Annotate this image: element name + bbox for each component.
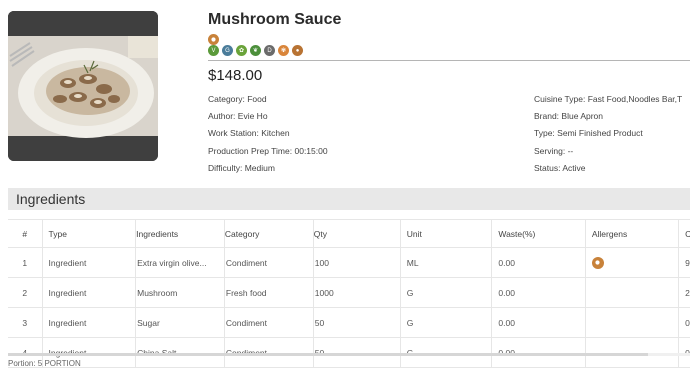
cell-type: Ingredient	[41, 247, 136, 278]
wheat-icon: ✾	[278, 45, 289, 56]
dietary-icons: V G ✿ ❦ D ✾ ●	[208, 45, 303, 56]
cell-cost: 0.8	[678, 307, 690, 338]
column-header-waste[interactable]: Waste(%)	[491, 219, 586, 248]
cell-category: Condiment	[223, 247, 314, 278]
column-header-cost[interactable]: Co	[678, 219, 690, 248]
info-label: Category:	[208, 94, 245, 104]
info-type: Type: Semi Finished Product	[534, 128, 643, 138]
cell-number: 2	[8, 277, 43, 308]
cell-ingredient: Mushroom	[135, 277, 225, 308]
info-status: Status: Active	[534, 163, 586, 173]
ingredients-table: # Type Ingredients Category Qty Unit Was…	[8, 219, 690, 368]
ingredients-section-header: Ingredients	[8, 188, 690, 210]
table-header-row: # Type Ingredients Category Qty Unit Was…	[8, 219, 690, 248]
info-value: --	[567, 146, 574, 156]
info-label: Work Station:	[208, 128, 259, 138]
table-row[interactable]: 2 Ingredient Mushroom Fresh food 1000 G …	[8, 277, 690, 308]
gluten-free-icon: G	[222, 45, 233, 56]
info-label: Author:	[208, 111, 236, 121]
cell-allergens	[584, 277, 679, 308]
info-label: Serving:	[534, 146, 566, 156]
recipe-title: Mushroom Sauce	[208, 11, 342, 28]
info-difficulty: Difficulty: Medium	[208, 163, 275, 173]
info-work-station: Work Station: Kitchen	[208, 128, 290, 138]
cell-unit: ML	[399, 247, 492, 278]
table-row[interactable]: 3 Ingredient Sugar Condiment 50 G 0.00 0…	[8, 307, 690, 338]
info-value: Kitchen	[261, 128, 290, 138]
info-brand: Brand: Blue Apron	[534, 111, 603, 121]
info-value: 00:15:00	[294, 146, 328, 156]
column-header-qty[interactable]: Qty	[312, 219, 401, 248]
info-value: Active	[562, 163, 586, 173]
cell-category: Condiment	[223, 307, 314, 338]
recipe-price: $148.00	[208, 67, 263, 84]
cell-ingredient: Sugar	[135, 307, 225, 338]
cell-allergens	[584, 247, 679, 278]
cell-type: Ingredient	[41, 277, 136, 308]
cell-ingredient: Extra virgin olive...	[135, 247, 225, 278]
column-header-type[interactable]: Type	[41, 219, 136, 248]
allergen-icon	[591, 256, 604, 269]
vegetarian-icon: ✿	[236, 45, 247, 56]
vegan-icon: V	[208, 45, 219, 56]
info-prep-time: Production Prep Time: 00:15:00	[208, 146, 328, 156]
cell-number: 1	[8, 247, 43, 278]
cell-unit: G	[399, 307, 492, 338]
cell-qty: 1000	[312, 277, 401, 308]
cell-qty: 100	[312, 247, 401, 278]
info-label: Status:	[534, 163, 561, 173]
scrollbar-thumb[interactable]	[8, 353, 648, 356]
column-header-allergens[interactable]: Allergens	[584, 219, 679, 248]
info-label: Difficulty:	[208, 163, 243, 173]
info-value: Blue Apron	[561, 111, 604, 121]
info-value: Semi Finished Product	[557, 128, 643, 138]
cookie-icon: ●	[292, 45, 303, 56]
cell-allergens	[584, 307, 679, 338]
column-header-number[interactable]: #	[8, 219, 43, 248]
info-serving: Serving: --	[534, 146, 573, 156]
info-label: Production Prep Time:	[208, 146, 293, 156]
info-cuisine-type: Cuisine Type: Fast Food,Noodles Bar,T	[534, 94, 690, 104]
cell-waste: 0.00	[491, 277, 586, 308]
cell-unit: G	[399, 277, 492, 308]
portion-text: Portion: 5 PORTION	[8, 359, 81, 368]
column-header-unit[interactable]: Unit	[399, 219, 492, 248]
info-value: Evie Ho	[237, 111, 268, 121]
info-value: Fast Food,Noodles Bar,T	[587, 94, 683, 104]
cell-type: Ingredient	[41, 307, 136, 338]
diet-icon: D	[264, 45, 275, 56]
table-row[interactable]: 1 Ingredient Extra virgin olive... Condi…	[8, 247, 690, 278]
cell-qty: 50	[312, 307, 401, 338]
cell-cost: 20	[678, 277, 690, 308]
info-value: Food	[247, 94, 267, 104]
cell-waste: 0.00	[491, 307, 586, 338]
info-category: Category: Food	[208, 94, 267, 104]
cell-category: Fresh food	[223, 277, 314, 308]
column-header-ingredients[interactable]: Ingredients	[135, 219, 225, 248]
info-label: Cuisine Type:	[534, 94, 586, 104]
allergen-badge-row	[208, 30, 219, 45]
allergen-badge-icon	[208, 34, 219, 45]
info-label: Brand:	[534, 111, 560, 121]
cell-number: 3	[8, 307, 43, 338]
horizontal-scrollbar[interactable]	[8, 353, 690, 356]
info-author: Author: Evie Ho	[208, 111, 268, 121]
info-label: Type:	[534, 128, 555, 138]
info-value: Medium	[244, 163, 275, 173]
cell-cost: 9.3	[678, 247, 690, 278]
header-divider	[208, 60, 690, 61]
recipe-photo	[8, 11, 158, 161]
cell-waste: 0.00	[491, 247, 586, 278]
column-header-category[interactable]: Category	[223, 219, 314, 248]
leaf-icon: ❦	[250, 45, 261, 56]
section-title: Ingredients	[16, 191, 86, 207]
